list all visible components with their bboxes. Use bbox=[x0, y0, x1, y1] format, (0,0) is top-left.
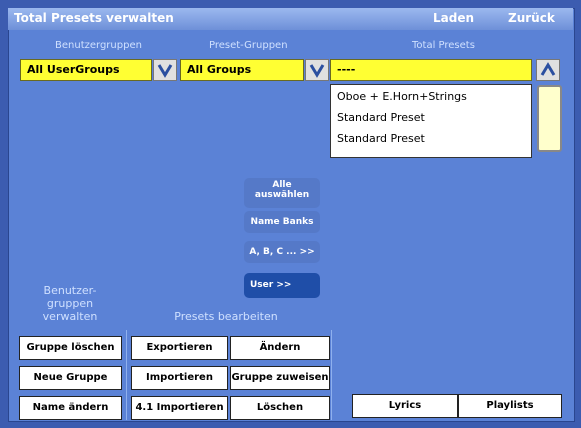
total-presets-select[interactable]: ---- bbox=[330, 59, 532, 81]
preset-groups-dropdown-button[interactable] bbox=[305, 59, 329, 81]
usergroups-dropdown-button[interactable] bbox=[153, 59, 177, 81]
divider bbox=[331, 330, 332, 420]
preset-list: Oboe + E.Horn+Strings Standard Preset St… bbox=[330, 84, 532, 158]
select-all-button[interactable]: Alle auswählen bbox=[244, 178, 320, 208]
manage-usergroups-line3: verwalten bbox=[42, 310, 98, 323]
rename-button[interactable]: Name ändern bbox=[19, 396, 122, 420]
select-all-line1: Alle bbox=[272, 180, 292, 190]
edit-presets-label: Presets bearbeiten bbox=[174, 310, 278, 323]
delete-group-button[interactable]: Gruppe löschen bbox=[19, 336, 122, 360]
window-title: Total Presets verwalten bbox=[14, 11, 174, 25]
name-banks-button[interactable]: Name Banks bbox=[244, 211, 320, 233]
abc-button[interactable]: A, B, C ... >> bbox=[244, 241, 320, 263]
chevron-down-icon bbox=[309, 64, 325, 78]
list-item[interactable]: Oboe + E.Horn+Strings bbox=[337, 90, 467, 103]
preset-groups-select-value: All Groups bbox=[187, 63, 252, 76]
usergroups-select[interactable]: All UserGroups bbox=[20, 59, 152, 81]
back-button[interactable]: Zurück bbox=[508, 11, 555, 25]
preset-groups-select[interactable]: All Groups bbox=[180, 59, 304, 81]
import-button[interactable]: Importieren bbox=[131, 366, 228, 390]
list-item[interactable]: Standard Preset bbox=[337, 132, 425, 145]
manage-usergroups-line1: Benutzer- bbox=[43, 284, 97, 297]
playlists-button[interactable]: Playlists bbox=[458, 394, 562, 418]
total-presets-header: Total Presets bbox=[412, 40, 475, 51]
load-button[interactable]: Laden bbox=[433, 11, 474, 25]
preset-list-scrollbar[interactable] bbox=[537, 85, 562, 152]
usergroups-header: Benutzergruppen bbox=[55, 40, 142, 51]
divider bbox=[126, 330, 127, 420]
usergroups-select-value: All UserGroups bbox=[27, 63, 120, 76]
delete-button[interactable]: Löschen bbox=[230, 396, 330, 420]
import-41-button[interactable]: 4.1 Importieren bbox=[131, 396, 228, 420]
export-button[interactable]: Exportieren bbox=[131, 336, 228, 360]
new-group-button[interactable]: Neue Gruppe bbox=[19, 366, 122, 390]
manage-usergroups-line2: gruppen bbox=[46, 297, 94, 310]
user-button[interactable]: User >> bbox=[244, 273, 320, 298]
chevron-down-icon bbox=[157, 64, 173, 78]
manage-usergroups-label: Benutzer- gruppen verwalten bbox=[20, 284, 120, 323]
total-presets-select-value: ---- bbox=[337, 63, 356, 76]
list-item[interactable]: Standard Preset bbox=[337, 111, 425, 124]
change-button[interactable]: Ändern bbox=[230, 336, 330, 360]
chevron-up-icon bbox=[540, 62, 556, 76]
total-presets-scroll-up-button[interactable] bbox=[536, 59, 560, 81]
preset-groups-header: Preset-Gruppen bbox=[209, 40, 288, 51]
assign-group-button[interactable]: Gruppe zuweisen bbox=[230, 366, 330, 390]
lyrics-button[interactable]: Lyrics bbox=[352, 394, 458, 418]
select-all-line2: auswählen bbox=[254, 190, 310, 200]
